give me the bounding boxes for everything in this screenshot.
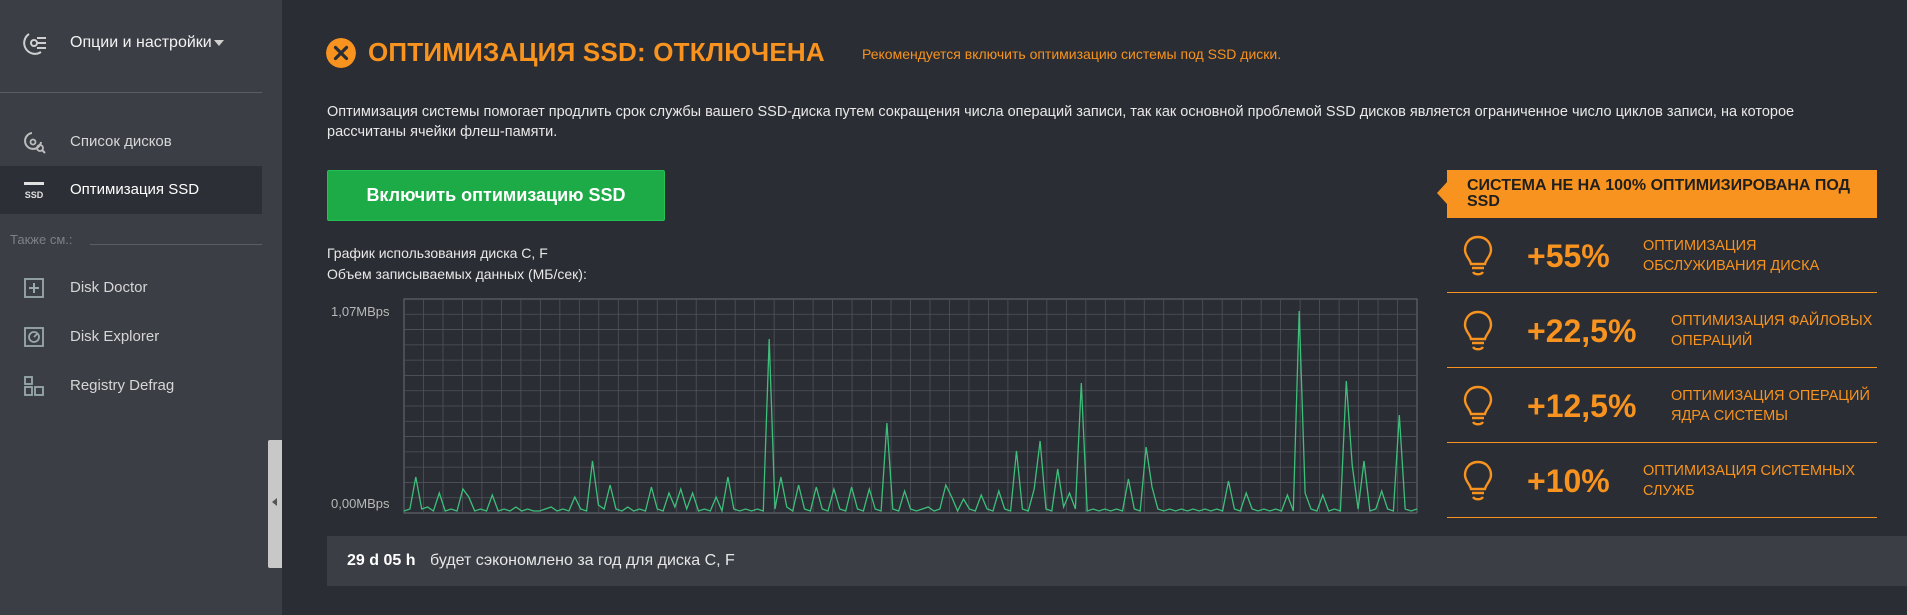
status-banner-text: СИСТЕМА НЕ НА 100% ОПТИМИЗИРОВАНА ПОД SS… xyxy=(1467,177,1851,210)
close-circle-icon xyxy=(326,38,356,68)
chart-plot xyxy=(403,298,1418,514)
stat-label: ОПТИМИЗАЦИЯ ОБСЛУЖИВАНИЯ ДИСКА xyxy=(1643,236,1819,276)
sidebar-item-label: Оптимизация SSD xyxy=(70,181,200,198)
sidebar-collapse-handle[interactable] xyxy=(268,440,282,568)
savings-bar: 29 d 05 h будет сэкономлено за год для д… xyxy=(327,536,1907,586)
stat-label-line-1: ОПТИМИЗАЦИЯ ОПЕРАЦИЙ xyxy=(1671,388,1870,404)
sidebar-item-disk-doctor[interactable]: Disk Doctor xyxy=(0,264,262,312)
sidebar-item-registry-defrag[interactable]: Registry Defrag xyxy=(0,362,262,410)
banner-notch xyxy=(1437,182,1447,204)
disk-usage-chart: 1,07MBps 0,00MBps xyxy=(327,296,1452,518)
stat-label-line-1: ОПТИМИЗАЦИЯ СИСТЕМНЫХ xyxy=(1643,463,1856,479)
page-title: ОПТИМИЗАЦИЯ SSD: ОТКЛЮЧЕНА xyxy=(368,37,825,67)
disk-explorer-icon xyxy=(24,327,44,347)
stat-percent: +10% xyxy=(1527,463,1610,499)
stat-label-line-1: ОПТИМИЗАЦИЯ ФАЙЛОВЫХ xyxy=(1671,313,1873,329)
sidebar-item-label: Registry Defrag xyxy=(70,377,175,394)
sidebar-item-label: Список дисков xyxy=(70,133,172,150)
ssd-icon-text: SSD xyxy=(25,190,44,200)
stat-label: ОПТИМИЗАЦИЯ ОПЕРАЦИЙ ЯДРА СИСТЕМЫ xyxy=(1671,386,1870,426)
disk-doctor-icon xyxy=(24,278,44,298)
options-label: Опции и настройки xyxy=(70,34,212,51)
status-banner: СИСТЕМА НЕ НА 100% ОПТИМИЗИРОВАНА ПОД SS… xyxy=(1437,170,1877,218)
stat-label-line-1: ОПТИМИЗАЦИЯ xyxy=(1643,238,1757,254)
divider xyxy=(90,244,262,245)
gear-list-icon xyxy=(23,33,46,55)
stat-percent: +22,5% xyxy=(1527,313,1637,349)
chevron-left-icon xyxy=(272,498,277,506)
lightbulb-icon xyxy=(1463,385,1493,426)
chart-subtitle: Объем записываемых данных (МБ/сек): xyxy=(327,266,587,282)
stat-file-operations: +22,5% ОПТИМИЗАЦИЯ ФАЙЛОВЫХ ОПЕРАЦИЙ xyxy=(1447,293,1877,368)
stat-label-line-2: СЛУЖБ xyxy=(1643,483,1695,499)
lightbulb-icon xyxy=(1463,235,1493,276)
stat-label-line-2: ОПЕРАЦИЙ xyxy=(1671,333,1753,349)
lightbulb-icon xyxy=(1463,310,1493,351)
sidebar-item-ssd-optimization[interactable]: SSD Оптимизация SSD xyxy=(0,166,262,214)
stat-percent: +55% xyxy=(1527,238,1610,274)
stat-label: ОПТИМИЗАЦИЯ ФАЙЛОВЫХ ОПЕРАЦИЙ xyxy=(1671,311,1872,351)
lightbulb-icon xyxy=(1463,460,1493,501)
recommendation-text: Рекомендуется включить оптимизацию систе… xyxy=(862,46,1282,62)
savings-text: будет сэкономлено за год для диска C, F xyxy=(430,552,735,569)
sidebar-item-disk-list[interactable]: Список дисков xyxy=(0,118,262,166)
stat-label-line-2: ОБСЛУЖИВАНИЯ ДИСКА xyxy=(1643,258,1820,274)
options-menu[interactable]: Опции и настройки xyxy=(0,0,262,93)
stat-label: ОПТИМИЗАЦИЯ СИСТЕМНЫХ СЛУЖБ xyxy=(1643,461,1855,501)
ssd-icon: SSD xyxy=(24,182,44,200)
main-panel: ОПТИМИЗАЦИЯ SSD: ОТКЛЮЧЕНА Рекомендуется… xyxy=(282,0,1907,615)
sidebar-item-label: Disk Explorer xyxy=(70,328,160,345)
stat-label-line-2: ЯДРА СИСТЕМЫ xyxy=(1671,408,1789,424)
sidebar-item-label: Disk Doctor xyxy=(70,279,148,296)
see-also-label: Также см.: xyxy=(10,232,73,247)
registry-defrag-icon xyxy=(24,376,44,396)
chart-title: График использования диска C, F xyxy=(327,245,548,261)
sidebar-item-disk-explorer[interactable]: Disk Explorer xyxy=(0,313,262,361)
sidebar: Опции и настройки Список дисков SSD Опти… xyxy=(0,0,282,615)
stat-percent: +12,5% xyxy=(1527,388,1637,424)
stat-disk-service: +55% ОПТИМИЗАЦИЯ ОБСЛУЖИВАНИЯ ДИСКА xyxy=(1447,218,1877,293)
stat-kernel-operations: +12,5% ОПТИМИЗАЦИЯ ОПЕРАЦИЙ ЯДРА СИСТЕМЫ xyxy=(1447,368,1877,443)
savings-value: 29 d 05 h xyxy=(347,552,416,569)
stat-system-services: +10% ОПТИМИЗАЦИЯ СИСТЕМНЫХ СЛУЖБ xyxy=(1447,443,1877,518)
disk-search-icon xyxy=(24,132,46,154)
description-text: Оптимизация системы помогает продлить ср… xyxy=(327,104,1795,140)
enable-ssd-optimization-button[interactable]: Включить оптимизацию SSD xyxy=(327,170,665,221)
chevron-down-icon xyxy=(214,40,224,46)
